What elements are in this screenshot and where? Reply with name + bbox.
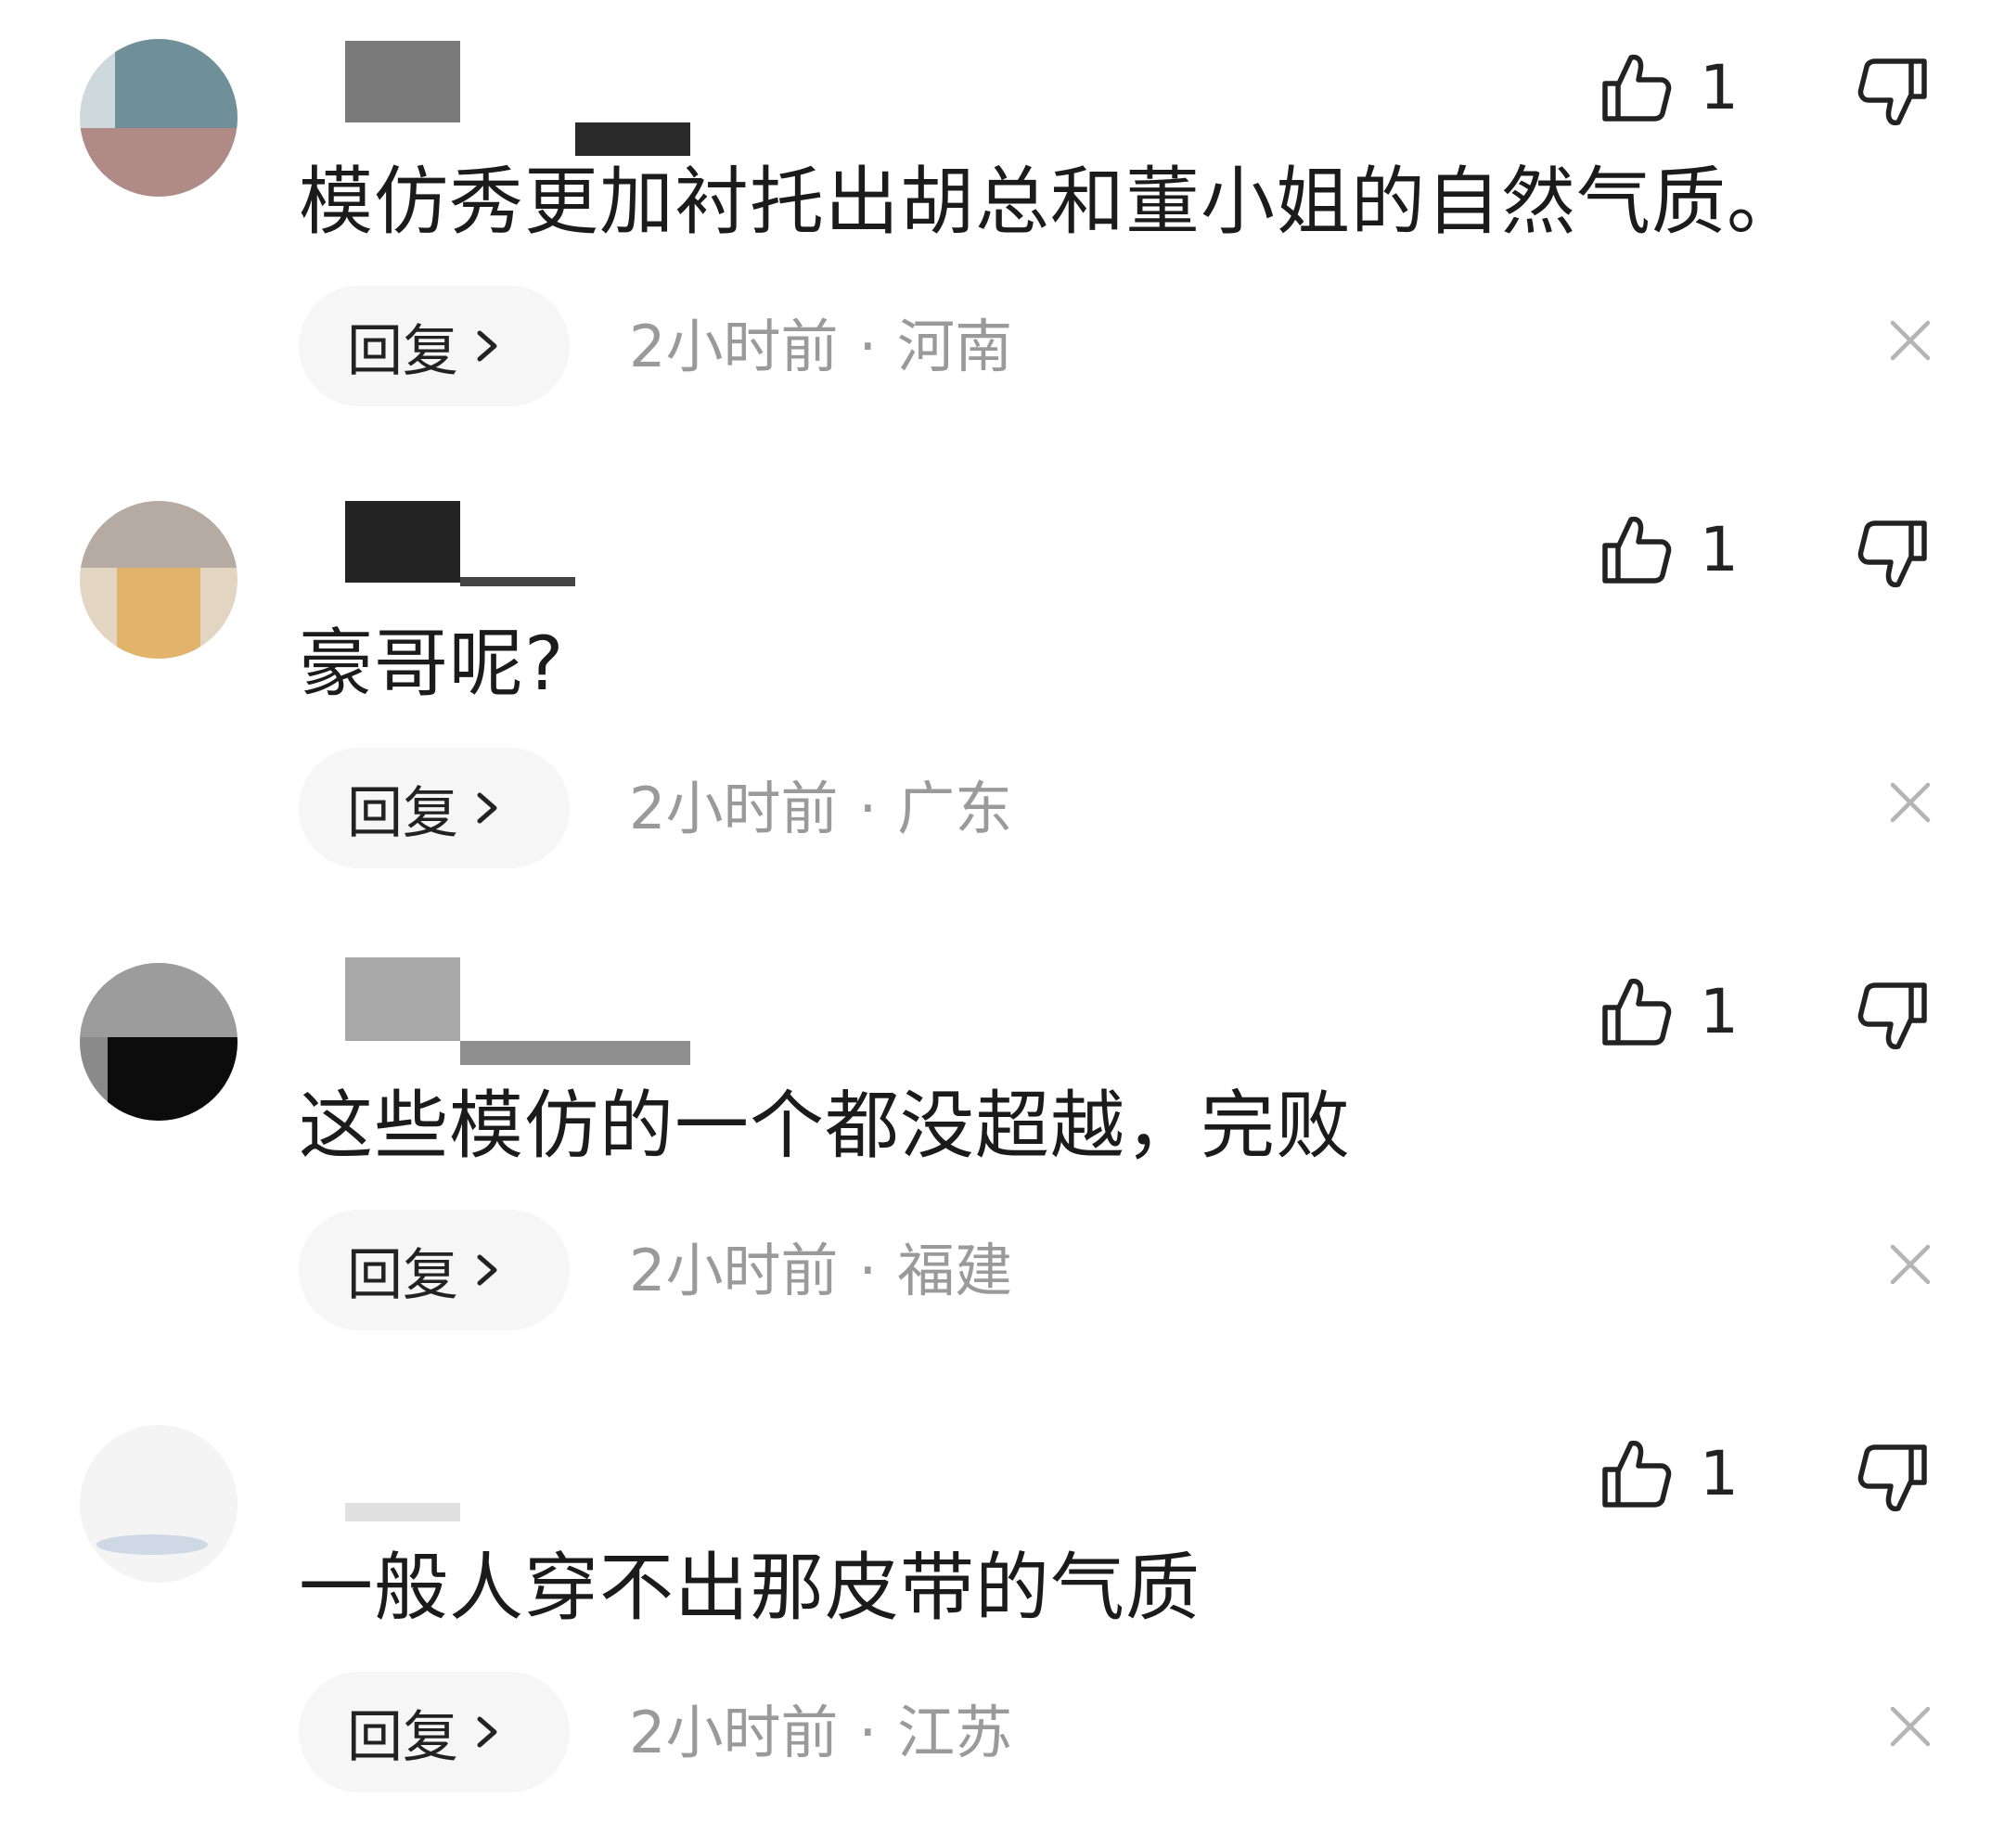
- thumbs-down-icon[interactable]: [1856, 516, 1933, 594]
- reply-label: 回复: [347, 318, 458, 384]
- avatar-image-blur: [80, 501, 238, 568]
- avatar-image-blur: [96, 1534, 208, 1555]
- avatar[interactable]: [80, 501, 238, 659]
- location: 广东: [897, 775, 1013, 842]
- chevron-right-icon: [477, 1254, 497, 1286]
- comment-meta: 2小时前 · 广东: [629, 772, 1012, 846]
- reply-button[interactable]: 回复: [299, 286, 570, 406]
- close-icon[interactable]: [1887, 1703, 1933, 1750]
- comment-meta: 2小时前 · 江苏: [629, 1696, 1012, 1770]
- chevron-right-icon: [477, 1716, 497, 1748]
- like-count: 1: [1700, 513, 1739, 585]
- comment-meta: 2小时前 · 河南: [629, 310, 1012, 384]
- reply-button[interactable]: 回复: [299, 1672, 570, 1792]
- reply-button[interactable]: 回复: [299, 1210, 570, 1330]
- username-redacted: [345, 957, 460, 1041]
- comment-text: 豪哥呢?: [299, 621, 565, 707]
- avatar-image-blur: [80, 963, 238, 1037]
- like-count: 1: [1700, 1437, 1739, 1509]
- reply-label: 回复: [347, 1704, 458, 1770]
- reply-label: 回复: [347, 780, 458, 846]
- timestamp: 2小时前: [629, 775, 839, 842]
- comment-text: 模仿秀更加衬托出胡总和董小姐的自然气质。: [299, 159, 1802, 245]
- comment-item: 模仿秀更加衬托出胡总和董小姐的自然气质。 回复 2小时前 · 河南 1: [0, 0, 2004, 462]
- username-redacted: [460, 1041, 690, 1065]
- thumbs-up-icon: [1602, 978, 1672, 1046]
- like-button[interactable]: 1: [1596, 1434, 1739, 1512]
- meta-separator: ·: [858, 1699, 878, 1766]
- username-redacted: [345, 41, 460, 122]
- close-icon[interactable]: [1887, 317, 1933, 364]
- meta-separator: ·: [858, 313, 878, 380]
- comment-item: 一般人穿不出那皮带的气质 回复 2小时前 · 江苏 1: [0, 1386, 2004, 1848]
- like-button[interactable]: 1: [1596, 48, 1739, 126]
- reply-label: 回复: [347, 1242, 458, 1308]
- timestamp: 2小时前: [629, 1237, 839, 1304]
- comment-item: 豪哥呢? 回复 2小时前 · 广东 1: [0, 462, 2004, 924]
- thumbs-up-icon: [1602, 516, 1672, 584]
- username-redacted: [575, 122, 690, 156]
- timestamp: 2小时前: [629, 1699, 839, 1766]
- meta-separator: ·: [858, 775, 878, 842]
- thumbs-up-icon: [1602, 1440, 1672, 1508]
- comment-text: 这些模仿的一个都没超越，完败: [299, 1083, 1351, 1169]
- thumbs-down-icon[interactable]: [1856, 978, 1933, 1056]
- timestamp: 2小时前: [629, 313, 839, 380]
- comment-item: 这些模仿的一个都没超越，完败 回复 2小时前 · 福建 1: [0, 924, 2004, 1386]
- avatar-image-blur: [117, 568, 200, 659]
- avatar-image-blur: [108, 1037, 238, 1121]
- meta-separator: ·: [858, 1237, 878, 1304]
- like-count: 1: [1700, 975, 1739, 1047]
- like-count: 1: [1700, 51, 1739, 123]
- close-icon[interactable]: [1887, 779, 1933, 826]
- chevron-right-icon: [477, 330, 497, 362]
- username-redacted: [345, 1503, 460, 1521]
- close-icon[interactable]: [1887, 1241, 1933, 1288]
- chevron-right-icon: [477, 792, 497, 824]
- comment-meta: 2小时前 · 福建: [629, 1234, 1012, 1308]
- like-button[interactable]: 1: [1596, 972, 1739, 1050]
- thumbs-up-icon: [1602, 54, 1672, 122]
- location: 江苏: [897, 1699, 1013, 1766]
- avatar[interactable]: [80, 1425, 238, 1583]
- comment-text: 一般人穿不出那皮带的气质: [299, 1545, 1201, 1631]
- username-redacted: [460, 577, 575, 586]
- like-button[interactable]: 1: [1596, 510, 1739, 588]
- avatar[interactable]: [80, 39, 238, 197]
- thumbs-down-icon[interactable]: [1856, 54, 1933, 132]
- reply-button[interactable]: 回复: [299, 748, 570, 868]
- avatar-image-blur: [80, 128, 238, 197]
- location: 福建: [897, 1237, 1013, 1304]
- location: 河南: [897, 313, 1013, 380]
- avatar[interactable]: [80, 963, 238, 1121]
- username-redacted: [345, 501, 460, 583]
- thumbs-down-icon[interactable]: [1856, 1440, 1933, 1518]
- avatar-image-blur: [115, 39, 238, 128]
